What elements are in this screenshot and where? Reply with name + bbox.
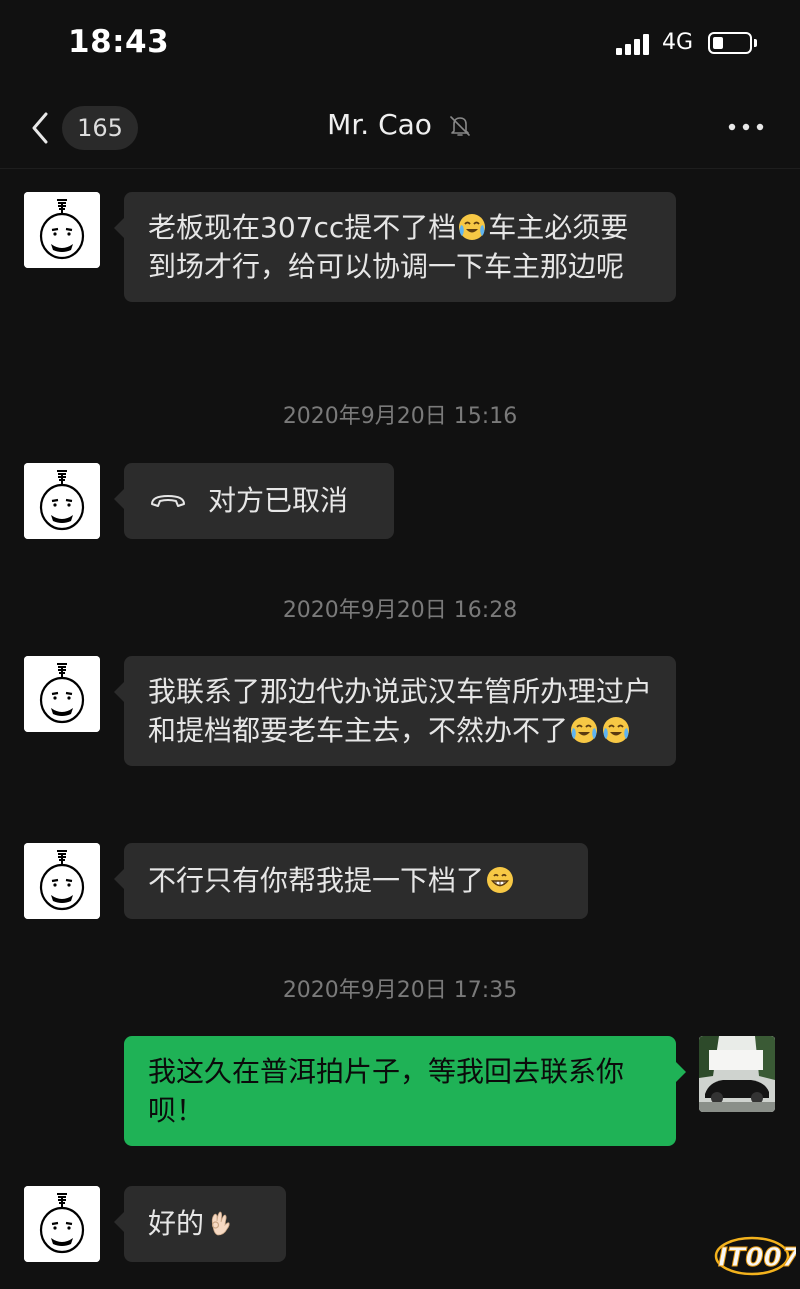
chat-header: 165 Mr. Cao <box>0 90 800 169</box>
contact-avatar[interactable] <box>24 656 100 732</box>
hangup-phone-icon <box>151 495 185 507</box>
battery-icon <box>708 32 752 54</box>
contact-name: Mr. Cao <box>327 108 432 141</box>
message-text: 老板现在307cc提不了档 <box>148 211 457 244</box>
svg-text:IT007: IT007 <box>718 1243 796 1273</box>
message-bubble[interactable]: 不行只有你帮我提一下档了 <box>114 843 588 919</box>
message-text: 好的 <box>148 1207 205 1240</box>
crying-laughing-emoji-icon <box>569 715 599 745</box>
ok-hand-emoji-icon <box>205 1208 235 1238</box>
more-dots-icon[interactable] <box>726 112 766 142</box>
chat-title: Mr. Cao <box>0 108 800 141</box>
crying-laughing-emoji-icon <box>457 212 487 242</box>
message-bubble[interactable]: 我联系了那边代办说武汉车管所办理过户和提档都要老车主去，不然办不了 <box>114 656 676 766</box>
contact-avatar[interactable] <box>24 843 100 919</box>
it007-watermark-logo: IT007 <box>714 1236 796 1276</box>
my-avatar[interactable] <box>699 1036 775 1112</box>
status-time: 18:43 <box>68 24 170 60</box>
crying-laughing-emoji-icon <box>601 715 631 745</box>
message-bubble[interactable]: 老板现在307cc提不了档 车主必须要到场才行，给可以协调一下车主那边呢 <box>114 192 676 302</box>
contact-avatar[interactable] <box>24 192 100 268</box>
signal-icon <box>616 34 649 55</box>
network-type: 4G <box>662 30 694 55</box>
contact-avatar[interactable] <box>24 1186 100 1262</box>
call-record-bubble[interactable]: 对方已取消 <box>114 463 394 539</box>
bell-slash-icon <box>450 116 470 136</box>
grinning-emoji-icon <box>485 865 515 895</box>
message-text: 我这久在普洱拍片子，等我回去联系你呗！ <box>148 1055 625 1127</box>
outgoing-message-bubble[interactable]: 我这久在普洱拍片子，等我回去联系你呗！ <box>124 1036 686 1146</box>
status-bar: 18:43 4G <box>0 0 800 90</box>
timestamp: 2020年9月20日 17:35 <box>282 978 518 1003</box>
message-bubble[interactable]: 好的 <box>114 1186 286 1262</box>
contact-avatar[interactable] <box>24 463 100 539</box>
timestamp: 2020年9月20日 15:16 <box>282 404 518 429</box>
timestamp: 2020年9月20日 16:28 <box>282 598 518 623</box>
call-status-text: 对方已取消 <box>208 484 349 517</box>
message-text: 不行只有你帮我提一下档了 <box>148 864 485 897</box>
battery-nub <box>754 39 757 47</box>
